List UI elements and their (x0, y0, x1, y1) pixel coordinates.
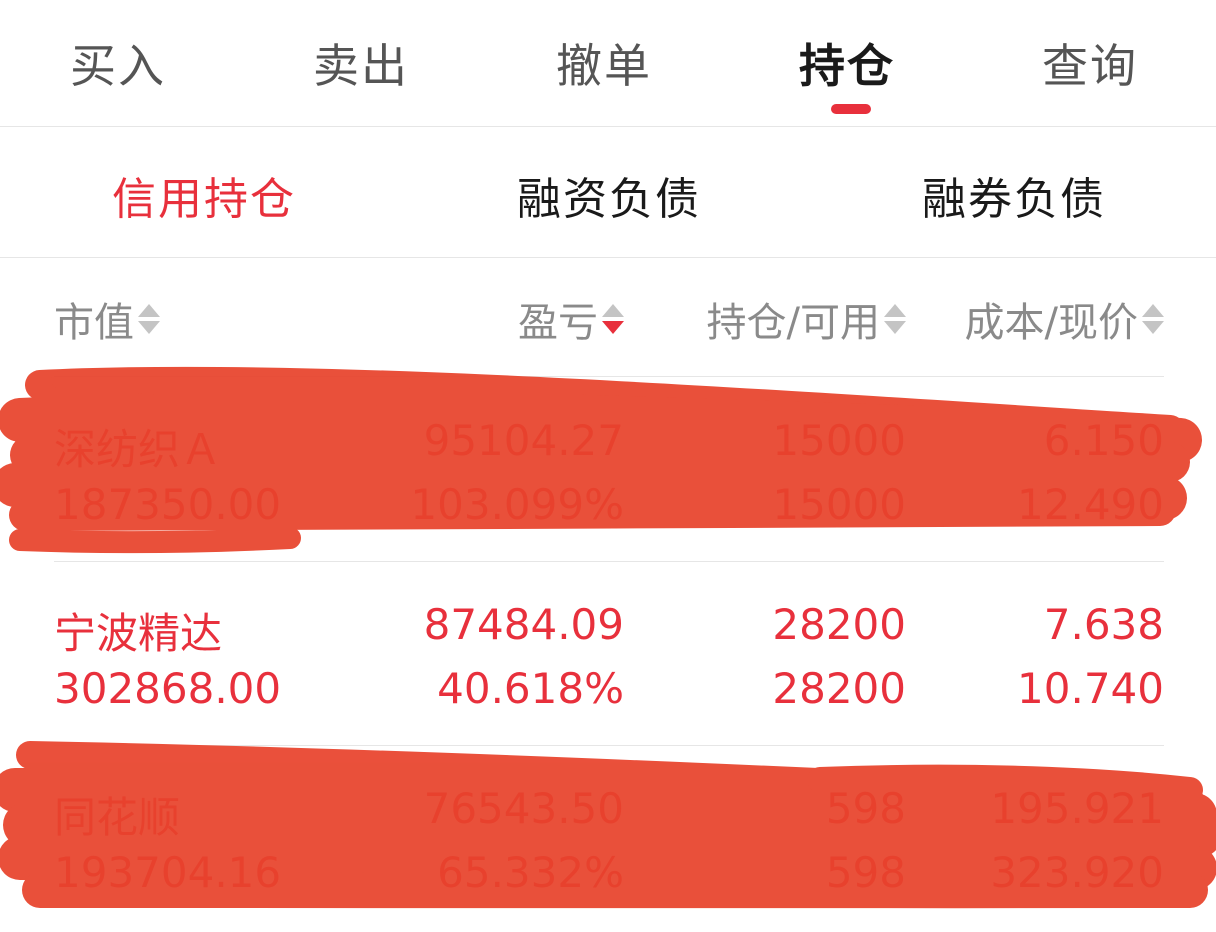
subtab-credit-holdings[interactable]: 信用持仓 (112, 163, 296, 227)
sort-icon (1142, 304, 1164, 334)
table-row[interactable]: 同花顺 193704.16 76543.50 65.332% 598 598 1… (0, 748, 1216, 932)
column-header-label: 持仓/可用 (706, 300, 880, 346)
pnl-percent: 103.099% (410, 480, 624, 529)
column-header-cost-price[interactable]: 成本/现价 (965, 290, 1164, 348)
pnl-amount: 87484.09 (423, 600, 624, 649)
subtab-margin-debt[interactable]: 融资负债 (517, 163, 701, 227)
cost-price: 195.921 (990, 784, 1164, 833)
current-price: 12.490 (1017, 480, 1164, 529)
sort-descending-icon (602, 304, 624, 334)
top-tab-bar: 买入 卖出 撤单 持仓 查询 (0, 0, 1216, 127)
tab-query[interactable]: 查询 (1042, 30, 1138, 96)
divider (54, 376, 1164, 377)
column-header-pnl[interactable]: 盈亏 (518, 290, 624, 348)
column-header-position-available[interactable]: 持仓/可用 (707, 290, 906, 348)
cost-price: 7.638 (1043, 600, 1164, 649)
market-value: 193704.16 (54, 848, 282, 897)
table-row[interactable]: 深纺织Ａ 187350.00 95104.27 103.099% 15000 1… (0, 380, 1216, 564)
stock-name: 宁波精达 (54, 609, 223, 658)
position-qty: 28200 (772, 600, 906, 649)
subtab-short-debt[interactable]: 融券负债 (922, 163, 1106, 227)
cost-price: 6.150 (1043, 416, 1164, 465)
pnl-percent: 65.332% (437, 848, 624, 897)
current-price: 323.920 (990, 848, 1164, 897)
tab-buy[interactable]: 买入 (70, 30, 166, 96)
column-header-label: 盈亏 (518, 300, 598, 346)
divider (54, 745, 1164, 746)
available-qty: 598 (825, 848, 906, 897)
tab-cancel-order[interactable]: 撤单 (556, 30, 652, 96)
position-qty: 15000 (772, 416, 906, 465)
sort-icon (138, 304, 160, 334)
current-price: 10.740 (1017, 664, 1164, 713)
sort-icon (884, 304, 906, 334)
tab-holdings[interactable]: 持仓 (799, 30, 895, 96)
active-tab-indicator (831, 104, 871, 114)
pnl-amount: 95104.27 (423, 416, 624, 465)
available-qty: 15000 (772, 480, 906, 529)
column-header-label: 成本/现价 (964, 300, 1138, 346)
available-qty: 28200 (772, 664, 906, 713)
market-value: 187350.00 (54, 480, 282, 529)
pnl-amount: 76543.50 (423, 784, 624, 833)
market-value: 302868.00 (54, 664, 282, 713)
column-header-market-value[interactable]: 市值 (54, 290, 160, 348)
tab-sell[interactable]: 卖出 (313, 30, 409, 96)
position-qty: 598 (825, 784, 906, 833)
divider (54, 561, 1164, 562)
table-row[interactable]: 宁波精达 302868.00 87484.09 40.618% 28200 28… (0, 564, 1216, 748)
column-header-label: 市值 (54, 300, 134, 346)
sub-tab-bar: 信用持仓 融资负债 融券负债 (0, 127, 1216, 258)
pnl-percent: 40.618% (437, 664, 624, 713)
stock-name: 深纺织Ａ (54, 425, 223, 474)
stock-name: 同花顺 (54, 793, 181, 842)
